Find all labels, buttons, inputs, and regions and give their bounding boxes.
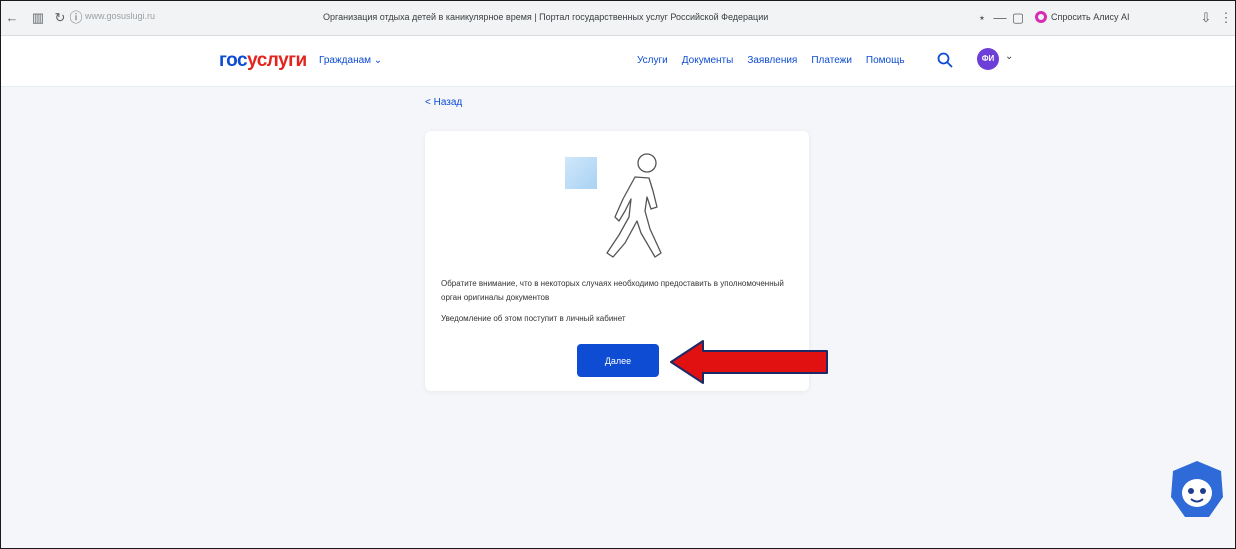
red-arrow-annotation — [670, 340, 828, 384]
notice-text: Обратите внимание, что в некоторых случа… — [441, 279, 784, 302]
screenshot-frame: ← ▥ ↻ ⓘ www.gosuslugi.ru Организация отд… — [0, 0, 1236, 549]
logo-part-uslugi: услуги — [247, 50, 307, 71]
minimize-icon[interactable]: — — [991, 9, 1009, 27]
next-button[interactable]: Далее — [577, 344, 659, 377]
nav-applications[interactable]: Заявления — [747, 55, 797, 66]
main-nav: Услуги Документы Заявления Платежи Помощ… — [637, 55, 905, 66]
notification-text: Уведомление об этом поступит в личный ка… — [441, 314, 626, 323]
nav-services[interactable]: Услуги — [637, 55, 668, 66]
bookmark-icon[interactable]: ⋆ — [973, 9, 991, 27]
alice-label: Спросить Алису AI — [1051, 12, 1130, 22]
menu-icon[interactable]: ⋮ — [1217, 9, 1235, 27]
robot-assistant-icon[interactable] — [1169, 459, 1225, 521]
search-icon[interactable] — [937, 52, 953, 68]
site-header: госуслуги Гражданам ⌄ Услуги Документы З… — [1, 36, 1235, 87]
role-selector[interactable]: Гражданам ⌄ — [319, 55, 382, 66]
nav-help[interactable]: Помощь — [866, 55, 905, 66]
back-arrow-icon[interactable]: ← — [3, 9, 21, 27]
gosuslugi-logo[interactable]: госуслуги — [219, 50, 307, 72]
back-link[interactable]: < Назад — [425, 97, 462, 108]
tabs-icon[interactable]: ▥ — [29, 9, 47, 27]
chevron-down-icon[interactable]: ⌄ — [1005, 51, 1013, 62]
browser-toolbar: ← ▥ ↻ ⓘ www.gosuslugi.ru Организация отд… — [1, 1, 1235, 36]
page-tab-title: Организация отдыха детей в каникулярное … — [323, 12, 769, 22]
nav-documents[interactable]: Документы — [682, 55, 734, 66]
walking-person-illustration — [606, 153, 662, 258]
illustration-square — [565, 157, 597, 189]
download-icon[interactable]: ⇩ — [1197, 9, 1215, 27]
avatar[interactable]: ФИ — [977, 48, 999, 70]
site-info-icon[interactable]: ⓘ — [67, 9, 85, 27]
address-bar[interactable]: www.gosuslugi.ru — [85, 11, 155, 21]
logo-part-gos: гос — [219, 50, 248, 71]
alice-icon — [1035, 11, 1047, 23]
window-icon[interactable]: ▢ — [1009, 9, 1027, 27]
nav-payments[interactable]: Платежи — [811, 55, 852, 66]
alice-button[interactable]: Спросить Алису AI — [1035, 7, 1130, 27]
